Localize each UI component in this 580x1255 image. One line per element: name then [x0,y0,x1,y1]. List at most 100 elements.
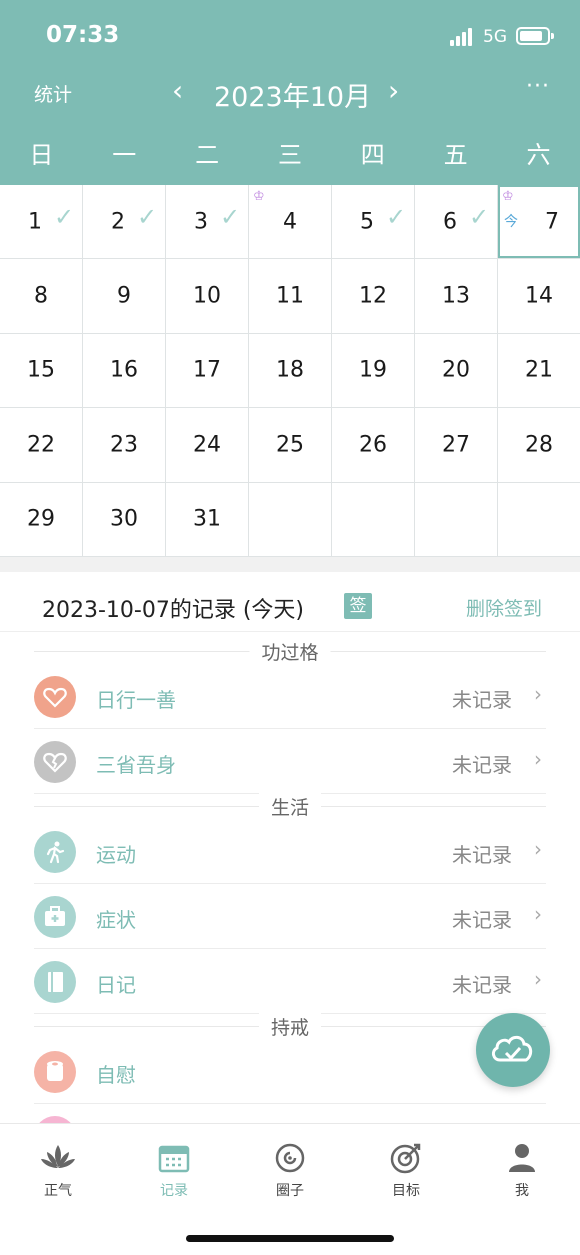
list-item-symptom[interactable]: 症状 未记录 › [34,884,546,949]
user-icon [503,1140,541,1176]
day-number: 24 [193,432,221,458]
calendar-day[interactable]: 14 [498,259,580,333]
day-number: 12 [359,283,387,309]
calendar-day[interactable]: 4 ♔ [249,185,331,259]
tab-me[interactable]: 我 [482,1140,562,1210]
day-number: 29 [27,506,55,532]
section-header: 功过格 [34,634,546,668]
tab-zhengqi[interactable]: 正气 [18,1140,98,1210]
calendar-day[interactable]: 28 [498,408,580,482]
calendar-empty-cell [249,482,331,556]
calendar-day[interactable]: 8 [0,259,82,333]
heart-icon [34,676,76,718]
delete-checkin-button[interactable]: 删除签到 [466,594,542,621]
cloud-sync-button[interactable] [476,1013,550,1087]
more-icon[interactable]: ··· [526,74,550,99]
chevron-right-icon: › [534,902,542,926]
list-item-good-deed[interactable]: 日行一善 未记录 › [34,664,546,729]
cloud-check-icon [491,1035,533,1062]
day-number: 18 [276,357,304,383]
weekday-label: 日 [29,141,54,169]
calendar-empty-cell [332,482,414,556]
stats-button[interactable]: 统计 [34,80,72,107]
item-label: 运动 [96,843,136,867]
day-number: 8 [34,283,48,309]
lotus-icon [39,1140,77,1176]
next-month-icon[interactable]: › [388,74,399,107]
calendar-day[interactable]: 1 ✓ [0,185,82,259]
item-label: 日行一善 [96,688,176,712]
calendar-empty-cell [498,482,580,556]
calendar-day[interactable]: 12 [332,259,414,333]
calendar-day[interactable]: 30 [83,482,165,556]
item-label: 日记 [96,973,136,997]
list-item-diary[interactable]: 日记 未记录 › [34,949,546,1014]
calendar-day[interactable]: 7 ♔ 今 [498,185,580,259]
chevron-right-icon: › [534,837,542,861]
weekday-label: 一 [112,141,137,169]
circle-icon [271,1140,309,1176]
day-number: 23 [110,432,138,458]
weekday-label: 四 [360,141,385,169]
calendar-day[interactable]: 26 [332,408,414,482]
calendar-day[interactable]: 23 [83,408,165,482]
tab-record[interactable]: 记录 [134,1140,214,1210]
tab-circle[interactable]: 圈子 [250,1140,330,1210]
day-number: 9 [117,283,131,309]
calendar-day[interactable]: 29 [0,482,82,556]
calendar-icon [155,1140,193,1176]
target-icon [387,1140,425,1176]
day-number: 21 [525,357,553,383]
calendar-day[interactable]: 13 [415,259,497,333]
record-header: 2023-10-07的记录 (今天) 签 删除签到 [0,572,580,632]
calendar-day[interactable]: 24 [166,408,248,482]
list-item-exercise[interactable]: 运动 未记录 › [34,819,546,884]
item-status: 未记录 [452,908,512,932]
calendar-day[interactable]: 5 ✓ [332,185,414,259]
calendar-day[interactable]: 6 ✓ [415,185,497,259]
day-number: 7 [545,209,559,235]
day-number: 10 [193,283,221,309]
calendar-day[interactable]: 27 [415,408,497,482]
item-label: 症状 [96,908,136,932]
list-item-reflection[interactable]: 三省吾身 未记录 › [34,729,546,794]
calendar-day[interactable]: 11 [249,259,331,333]
signal-icon [450,28,476,46]
list-item-abstain[interactable]: 自慰 [34,1039,546,1104]
calendar-day[interactable]: 10 [166,259,248,333]
calendar-day[interactable]: 31 [166,482,248,556]
calendar-day[interactable]: 9 [83,259,165,333]
calendar-day[interactable]: 21 [498,333,580,408]
item-label: 自慰 [96,1063,136,1087]
section-header: 持戒 [34,1009,546,1043]
month-nav: 统计 ‹ 2023年10月 › ··· [0,70,580,120]
tab-label: 记录 [160,1183,188,1199]
calendar-day[interactable]: 17 [166,333,248,408]
chevron-right-icon: › [534,682,542,706]
day-number: 25 [276,432,304,458]
calendar-day[interactable]: 19 [332,333,414,408]
day-number: 30 [110,506,138,532]
calendar-day[interactable]: 20 [415,333,497,408]
day-number: 22 [27,432,55,458]
prev-month-icon[interactable]: ‹ [172,74,183,107]
calendar-day[interactable]: 25 [249,408,331,482]
calendar-day[interactable]: 3 ✓ [166,185,248,259]
calendar-day[interactable]: 22 [0,408,82,482]
calendar-day[interactable]: 18 [249,333,331,408]
day-number: 26 [359,432,387,458]
calendar-day[interactable]: 2 ✓ [83,185,165,259]
tab-label: 我 [515,1183,529,1199]
calendar-day[interactable]: 16 [83,333,165,408]
tab-target[interactable]: 目标 [366,1140,446,1210]
trophy-icon: ♔ [502,189,514,204]
section-title: 功过格 [249,638,331,665]
status-time: 07:33 [46,22,120,48]
tab-label: 正气 [44,1183,72,1199]
today-tag: 今 [504,214,518,230]
item-label: 三省吾身 [96,753,176,777]
book-icon [34,961,76,1003]
broken-heart-icon [34,741,76,783]
trophy-icon: ♔ [253,189,265,204]
calendar-day[interactable]: 15 [0,333,82,408]
